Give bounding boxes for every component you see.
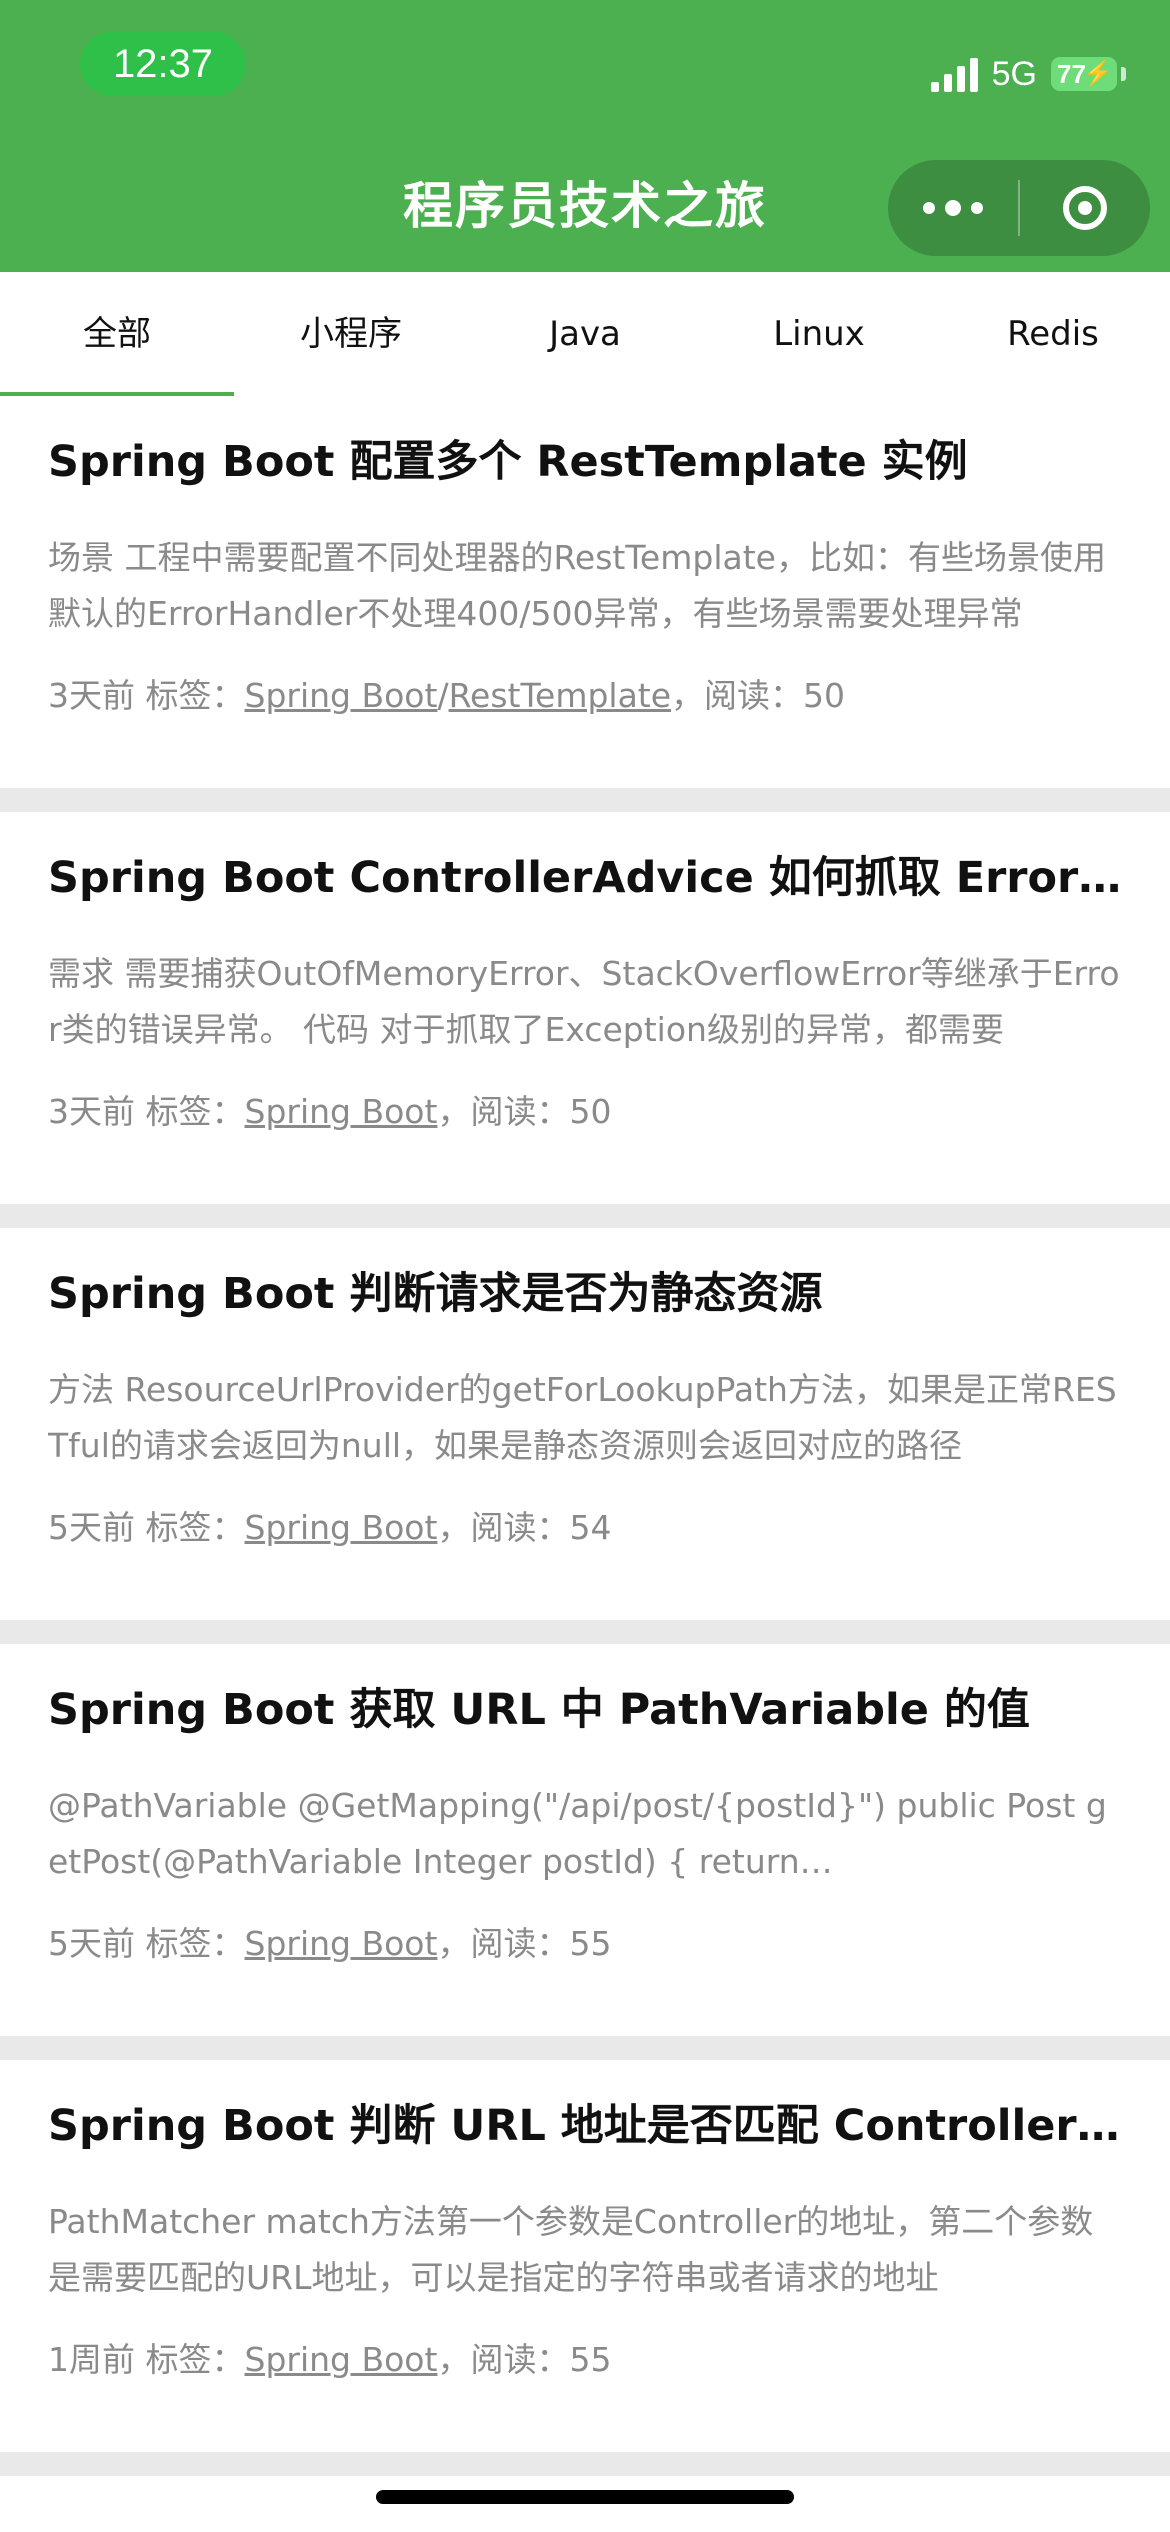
signal-icon <box>930 56 978 92</box>
article-time: 3天前 <box>48 676 135 715</box>
article-summary: 方法 ResourceUrlProvider的getForLookupPath方… <box>48 1370 1117 1465</box>
tag-separator: / <box>437 676 449 715</box>
charging-icon: ⚡ <box>1083 60 1113 87</box>
article-title[interactable]: Spring Boot 获取 URL 中 PathVariable 的值 <box>48 1682 1130 1738</box>
battery-icon: 77 ⚡ <box>1051 57 1117 91</box>
tag-label: 标签： <box>145 1092 245 1131</box>
tab-4[interactable]: Redis <box>936 272 1170 396</box>
article-card[interactable]: Spring Boot ControllerAdvice 如何抓取 Error … <box>0 812 1170 1204</box>
read-count: 54 <box>569 1508 612 1547</box>
tab-2[interactable]: Java <box>468 272 702 396</box>
read-count: 55 <box>569 1924 612 1963</box>
article-meta: 3天前 标签：Spring Boot/RestTemplate，阅读：50 <box>48 668 845 724</box>
tag-label: 标签： <box>145 1508 245 1547</box>
read-label: ，阅读： <box>437 1092 570 1131</box>
read-label: ，阅读： <box>437 1508 570 1547</box>
tag-label: 标签： <box>145 2340 245 2379</box>
article-card-partial[interactable]: 小程序 … 程序获取 … 的静态资源文件路径 <box>0 2476 1170 2532</box>
article-summary: @PathVariable @GetMapping("/api/post/{po… <box>48 1786 1107 1881</box>
home-indicator[interactable] <box>376 2490 794 2504</box>
read-label: ，阅读： <box>671 676 804 715</box>
read-label: ，阅读： <box>437 1924 570 1963</box>
read-count: 50 <box>569 1092 612 1131</box>
tab-3[interactable]: Linux <box>702 272 936 396</box>
category-tabs: 全部 小程序 Java Linux Redis <box>0 272 1170 396</box>
article-meta: 5天前 标签：Spring Boot，阅读：54 <box>48 1500 611 1556</box>
article-meta: 5天前 标签：Spring Boot，阅读：55 <box>48 1916 611 1972</box>
article-card[interactable]: Spring Boot 配置多个 RestTemplate 实例场景 工程中需要… <box>0 396 1170 788</box>
article-card[interactable]: Spring Boot 判断请求是否为静态资源方法 ResourceUrlPro… <box>0 1228 1170 1620</box>
read-count: 55 <box>569 2340 612 2379</box>
battery-cap <box>1121 67 1126 81</box>
status-time: 12:37 <box>80 32 246 96</box>
article-summary: PathMatcher match方法第一个参数是Controller的地址，第… <box>48 2202 1094 2297</box>
battery-level: 77 <box>1057 59 1086 89</box>
article-tag-link[interactable]: Spring Boot <box>245 1924 438 1963</box>
article-list: Spring Boot 配置多个 RestTemplate 实例场景 工程中需要… <box>0 396 1170 2532</box>
article-meta: 3天前 标签：Spring Boot，阅读：50 <box>48 1084 611 1140</box>
article-summary: 场景 工程中需要配置不同处理器的RestTemplate，比如：有些场景使用默认… <box>48 538 1106 633</box>
article-title[interactable]: Spring Boot 配置多个 RestTemplate 实例 <box>48 434 1130 490</box>
tab-1[interactable]: 小程序 <box>234 272 468 396</box>
article-card[interactable]: Spring Boot 判断 URL 地址是否匹配 Controller … Pa… <box>0 2060 1170 2452</box>
app-screen: 12:37 5G 77 ⚡ 程序员技术之旅 全部 小程序 Java Linux Redi… <box>0 0 1170 2532</box>
article-tag-link[interactable]: RestTemplate <box>449 676 671 715</box>
tab-0[interactable]: 全部 <box>0 272 234 396</box>
article-tag-link[interactable]: Spring Boot <box>245 1092 438 1131</box>
read-count: 50 <box>803 676 846 715</box>
article-summary: 需求 需要捕获OutOfMemoryError、StackOverflowErr… <box>48 954 1120 1049</box>
tag-label: 标签： <box>145 1924 245 1963</box>
article-tag-link[interactable]: Spring Boot <box>245 676 438 715</box>
status-indicators: 5G 77 ⚡ <box>930 44 1126 104</box>
article-time: 1周前 <box>48 2340 135 2379</box>
article-tag-link[interactable]: Spring Boot <box>245 2340 438 2379</box>
article-title[interactable]: Spring Boot ControllerAdvice 如何抓取 Error … <box>48 850 1130 906</box>
tag-label: 标签： <box>145 676 245 715</box>
read-label: ，阅读： <box>437 2340 570 2379</box>
article-time: 5天前 <box>48 1924 135 1963</box>
network-label: 5G <box>991 54 1037 93</box>
miniprogram-capsule <box>888 160 1150 256</box>
article-card[interactable]: Spring Boot 获取 URL 中 PathVariable 的值 @Pat… <box>0 1644 1170 2036</box>
article-title[interactable]: Spring Boot 判断 URL 地址是否匹配 Controller … <box>48 2098 1130 2154</box>
header-bar: 12:37 5G 77 ⚡ 程序员技术之旅 <box>0 0 1170 272</box>
article-title[interactable]: Spring Boot 判断请求是否为静态资源 <box>48 1266 1130 1322</box>
article-time: 3天前 <box>48 1092 135 1131</box>
article-time: 5天前 <box>48 1508 135 1547</box>
article-tag-link[interactable]: Spring Boot <box>245 1508 438 1547</box>
article-meta: 1周前 标签：Spring Boot，阅读：55 <box>48 2332 611 2388</box>
ellipsis-icon[interactable] <box>888 160 1018 256</box>
target-icon[interactable] <box>1020 160 1150 256</box>
